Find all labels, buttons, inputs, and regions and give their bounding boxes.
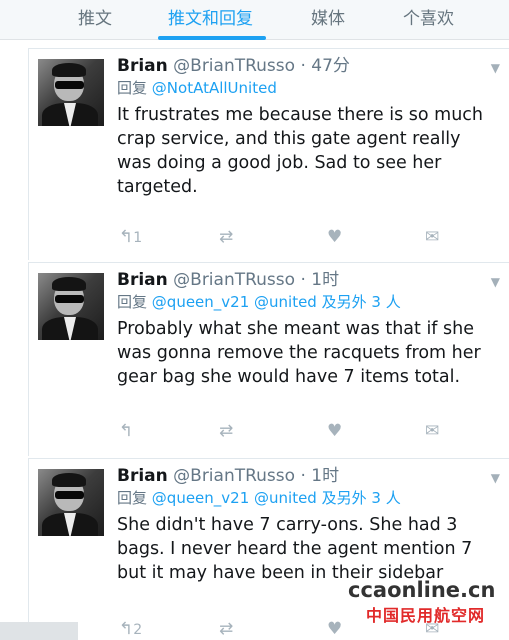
tweet-header: Brian @BrianTRusso · 1时 — [117, 265, 339, 290]
watermark-site: ccaonline.cn — [348, 578, 496, 602]
tab-media[interactable]: 媒体 — [311, 4, 345, 29]
envelope-icon: ✉ — [425, 421, 440, 441]
tab-tweets[interactable]: 推文 — [78, 4, 112, 29]
author-handle[interactable]: @BrianTRusso — [173, 270, 295, 290]
like-button[interactable]: ♥ — [327, 227, 342, 247]
reply-button[interactable]: ↰ — [119, 421, 133, 441]
reply-suffix[interactable]: 及另外 3 人 — [322, 293, 401, 311]
author-handle[interactable]: @BrianTRusso — [173, 466, 295, 486]
tweet-text: It frustrates me because there is so muc… — [117, 105, 484, 197]
heart-icon: ♥ — [327, 421, 343, 441]
reply-count: 2 — [133, 622, 143, 638]
retweet-icon: ⇄ — [219, 227, 234, 247]
like-button[interactable]: ♥ — [327, 619, 342, 639]
tweet-card[interactable]: Brian @BrianTRusso · 1时 ▼ 回复 @queen_v21 … — [28, 262, 509, 456]
profile-tab-bar: 推文 推文和回复 媒体 个喜欢 — [0, 0, 509, 40]
reply-icon: ↰ — [119, 619, 134, 639]
tweet-text: She didn't have 7 carry-ons. She had 3 b… — [117, 515, 473, 583]
reply-prefix: 回复 — [117, 293, 148, 311]
author-handle[interactable]: @BrianTRusso — [173, 56, 295, 76]
avatar[interactable] — [38, 273, 104, 340]
chevron-down-icon[interactable]: ▼ — [491, 471, 500, 485]
retweet-button[interactable]: ⇄ — [219, 227, 233, 247]
chevron-down-icon[interactable]: ▼ — [491, 275, 500, 289]
reply-count: 1 — [133, 230, 143, 246]
bottom-left-overlay — [0, 622, 78, 640]
chevron-down-icon[interactable]: ▼ — [491, 61, 500, 75]
reply-icon: ↰ — [119, 421, 134, 441]
reply-context: 回复 @queen_v21 @united 及另外 3 人 — [117, 291, 401, 312]
author-name[interactable]: Brian — [117, 466, 168, 486]
tweet-header: Brian @BrianTRusso · 1时 — [117, 461, 339, 486]
dm-button[interactable]: ✉ — [425, 227, 439, 247]
avatar[interactable] — [38, 59, 104, 126]
reply-mentions[interactable]: @queen_v21 @united — [152, 293, 317, 311]
reply-button[interactable]: ↰2 — [119, 619, 142, 639]
retweet-button[interactable]: ⇄ — [219, 421, 233, 441]
reply-mentions[interactable]: @NotAtAllUnited — [152, 79, 277, 97]
heart-icon: ♥ — [327, 619, 343, 639]
reply-context: 回复 @NotAtAllUnited — [117, 77, 277, 98]
tweet-time[interactable]: · 1时 — [300, 270, 339, 290]
avatar[interactable] — [38, 469, 104, 536]
active-tab-indicator — [158, 36, 266, 40]
dm-button[interactable]: ✉ — [425, 421, 439, 441]
tweet-time[interactable]: · 47分 — [300, 56, 349, 76]
like-button[interactable]: ♥ — [327, 421, 342, 441]
tweet-text: Probably what she meant was that if she … — [117, 319, 481, 387]
reply-prefix: 回复 — [117, 79, 148, 97]
retweet-button[interactable]: ⇄ — [219, 619, 233, 639]
tab-likes[interactable]: 个喜欢 — [403, 4, 454, 29]
reply-context: 回复 @queen_v21 @united 及另外 3 人 — [117, 487, 401, 508]
heart-icon: ♥ — [327, 227, 343, 247]
author-name[interactable]: Brian — [117, 56, 168, 76]
tweet-header: Brian @BrianTRusso · 47分 — [117, 51, 350, 76]
tweet-actions: ↰1 ⇄ ♥ ✉ — [119, 227, 459, 249]
reply-suffix[interactable]: 及另外 3 人 — [322, 489, 401, 507]
reply-icon: ↰ — [119, 227, 134, 247]
tweet-card[interactable]: Brian @BrianTRusso · 47分 ▼ 回复 @NotAtAllU… — [28, 48, 509, 260]
envelope-icon: ✉ — [425, 227, 440, 247]
retweet-icon: ⇄ — [219, 421, 234, 441]
reply-button[interactable]: ↰1 — [119, 227, 142, 247]
retweet-icon: ⇄ — [219, 619, 234, 639]
tweet-actions: ↰ ⇄ ♥ ✉ — [119, 421, 459, 443]
tab-tweets-and-replies[interactable]: 推文和回复 — [168, 4, 253, 29]
reply-mentions[interactable]: @queen_v21 @united — [152, 489, 317, 507]
reply-prefix: 回复 — [117, 489, 148, 507]
tweet-time[interactable]: · 1时 — [300, 466, 339, 486]
author-name[interactable]: Brian — [117, 270, 168, 290]
watermark-cn-text: 中国民用航空网 — [366, 606, 486, 625]
